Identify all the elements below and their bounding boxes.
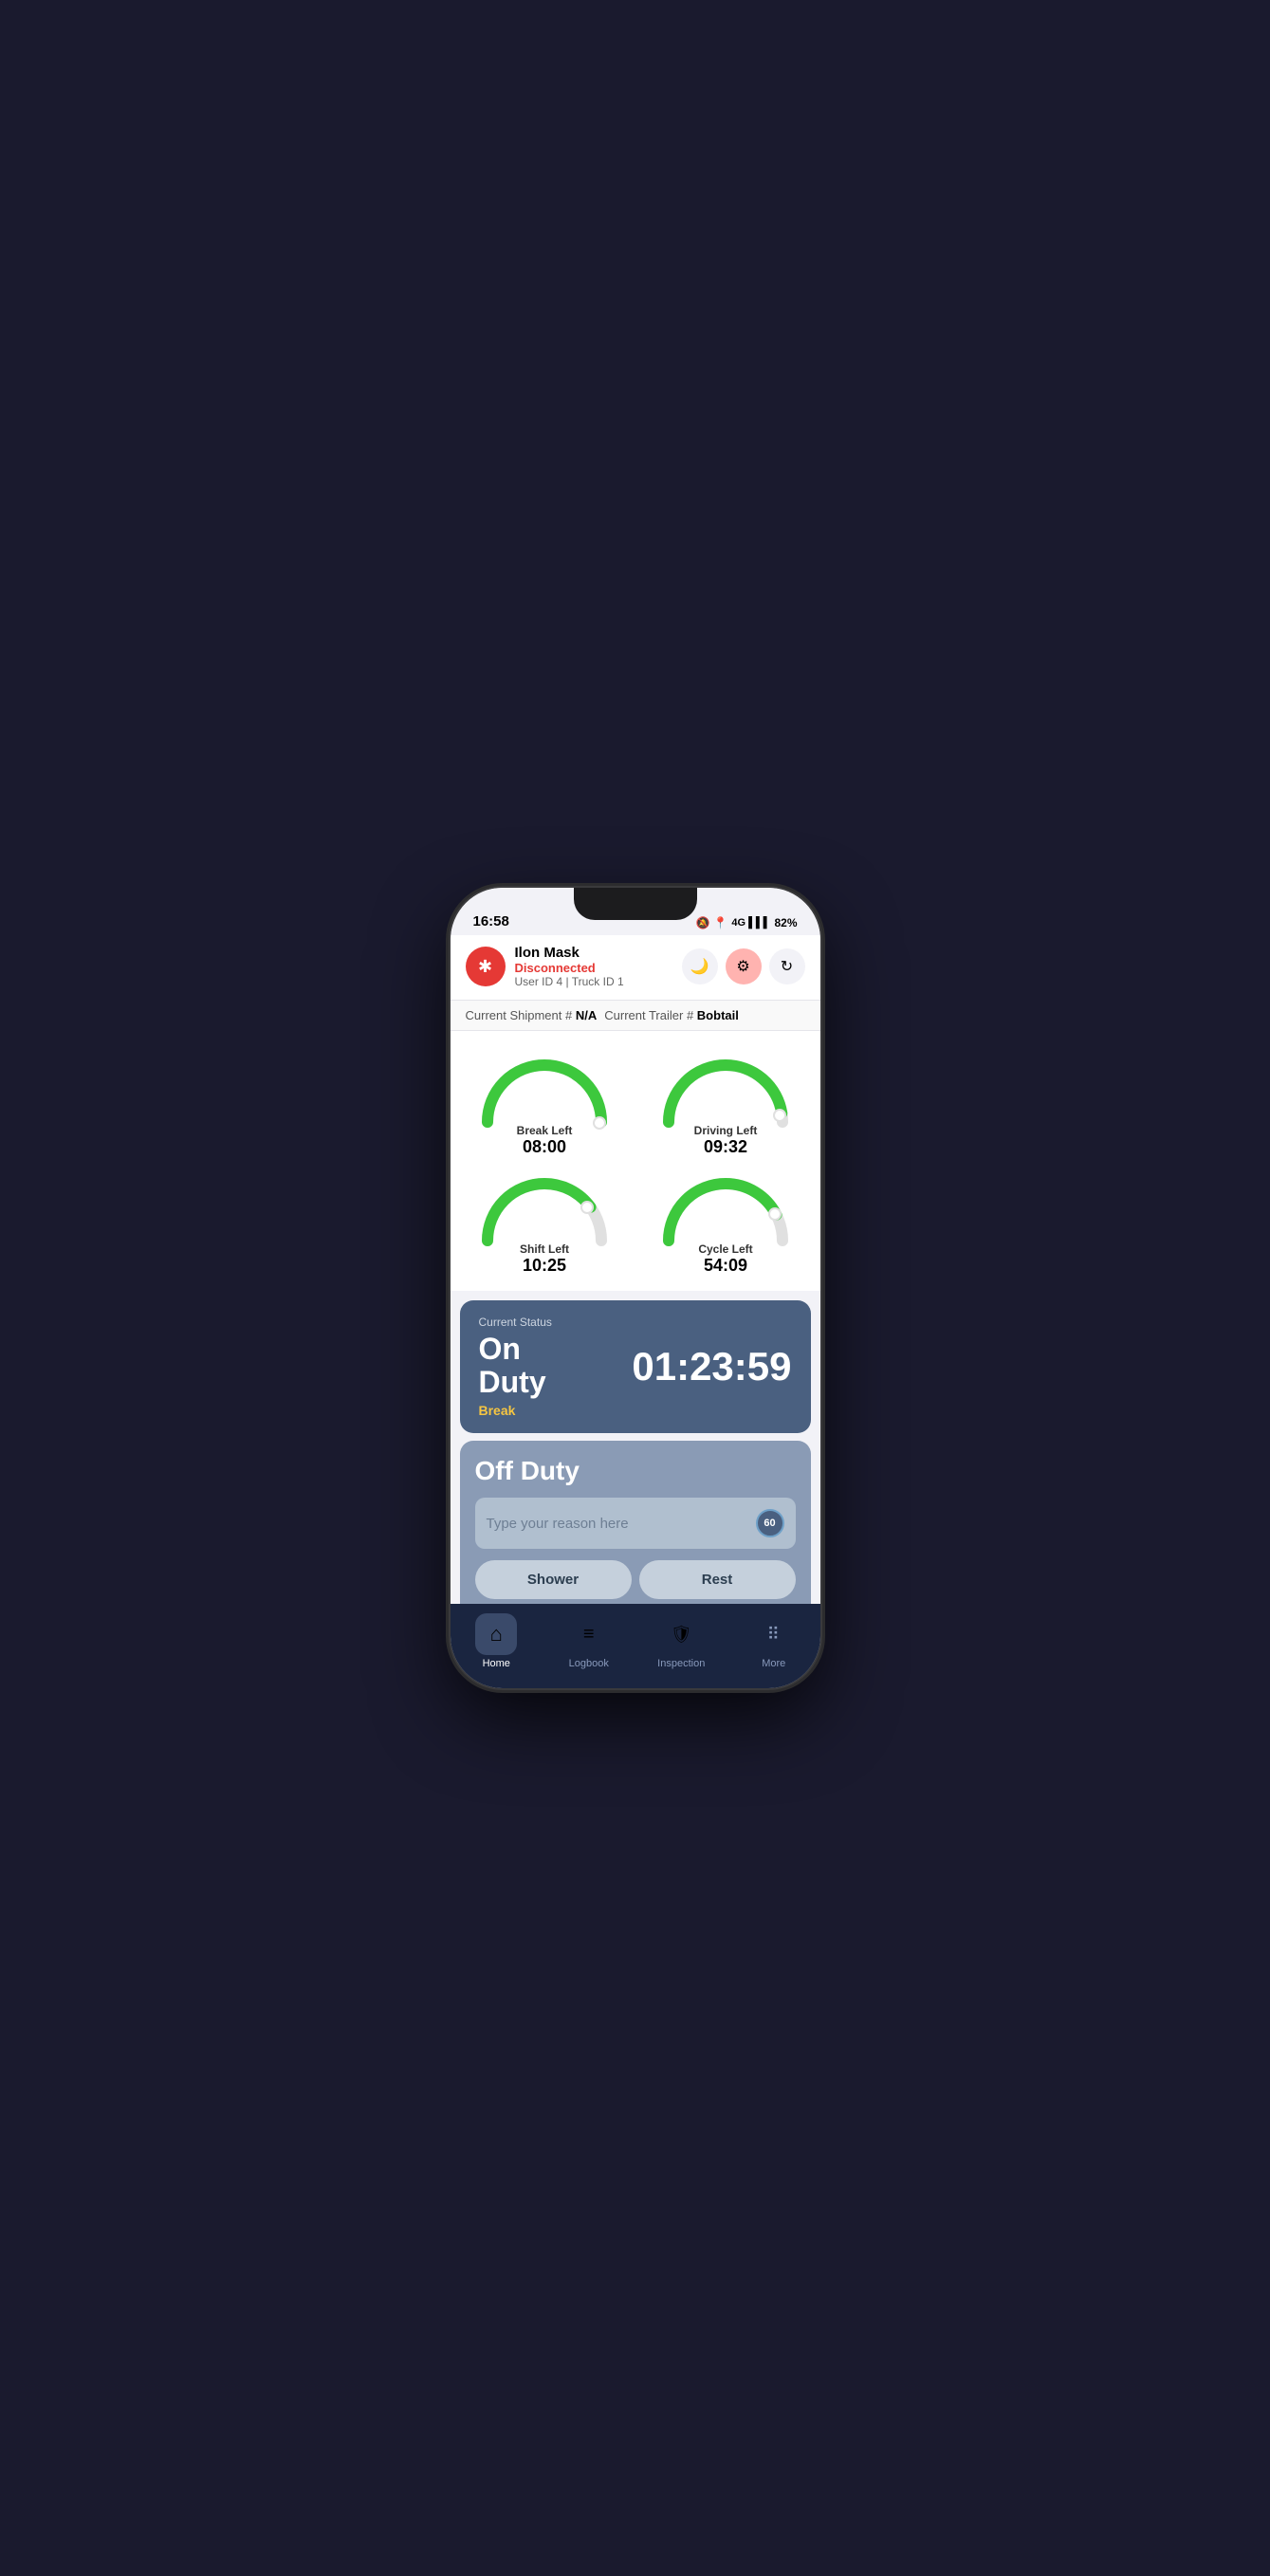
gauge-driving-left-svg: [654, 1046, 797, 1132]
home-icon: ⌂: [475, 1613, 517, 1655]
nav-inspection[interactable]: 🛡 Inspection: [653, 1613, 709, 1669]
status-name: On Duty: [479, 1333, 552, 1399]
user-name: Ilon Mask: [515, 945, 624, 961]
app-header: ✱ Ilon Mask Disconnected User ID 4 | Tru…: [451, 935, 820, 1001]
gauge-shift-left-value: 10:25: [523, 1256, 566, 1276]
status-card-right: 01:23:59: [632, 1344, 791, 1389]
reason-shower[interactable]: Shower: [475, 1560, 632, 1599]
reason-buttons: Shower Rest Restroom Other: [475, 1560, 796, 1604]
inspection-icon: 🛡: [660, 1613, 702, 1655]
gauge-cycle-left-svg: [654, 1165, 797, 1250]
break-label: Break: [479, 1403, 552, 1418]
more-icon: ⠿: [753, 1613, 795, 1655]
signal-icon: 4G ▌▌▌: [731, 917, 770, 929]
refresh-button[interactable]: ↻: [769, 948, 805, 984]
gauge-break-left: Break Left 08:00: [458, 1046, 632, 1157]
reason-rest[interactable]: Rest: [639, 1560, 796, 1599]
header-actions: 🌙 ⚙ ↻: [682, 948, 805, 984]
gauge-break-left-value: 08:00: [523, 1137, 566, 1157]
reason-input-row[interactable]: Type your reason here 60: [475, 1498, 796, 1549]
avatar: ✱: [466, 947, 506, 986]
current-status-card: Current Status On Duty Break 01:23:59: [460, 1300, 811, 1433]
status-timer: 01:23:59: [632, 1344, 791, 1389]
nav-home-label: Home: [483, 1658, 510, 1669]
char-count: 60: [756, 1509, 784, 1537]
nav-more-label: More: [762, 1658, 785, 1669]
nav-logbook[interactable]: ≡ Logbook: [561, 1613, 617, 1669]
bottom-nav: ⌂ Home ≡ Logbook 🛡 Inspection ⠿ More: [451, 1604, 820, 1688]
off-duty-panel: Off Duty Type your reason here 60 Shower…: [460, 1441, 811, 1604]
connection-status: Disconnected: [515, 961, 624, 975]
nav-inspection-label: Inspection: [657, 1658, 705, 1669]
avatar-icon: ✱: [478, 957, 492, 977]
phone-frame: 16:58 🔕 📍 4G ▌▌▌ 82% ✱ Ilon Mask Disconn…: [451, 888, 820, 1688]
dark-mode-button[interactable]: 🌙: [682, 948, 718, 984]
nav-more[interactable]: ⠿ More: [745, 1613, 802, 1669]
gauge-shift-left-svg: [473, 1165, 616, 1250]
settings-button[interactable]: ⚙: [726, 948, 762, 984]
location-icon: 📍: [713, 916, 727, 929]
phone-screen: 16:58 🔕 📍 4G ▌▌▌ 82% ✱ Ilon Mask Disconn…: [451, 888, 820, 1688]
user-info: ✱ Ilon Mask Disconnected User ID 4 | Tru…: [466, 945, 624, 988]
gauge-cycle-left-value: 54:09: [704, 1256, 747, 1276]
user-details: Ilon Mask Disconnected User ID 4 | Truck…: [515, 945, 624, 988]
mute-icon: 🔕: [695, 916, 709, 929]
nav-logbook-label: Logbook: [569, 1658, 609, 1669]
reason-placeholder: Type your reason here: [487, 1516, 629, 1532]
gauge-cycle-left: Cycle Left 54:09: [639, 1165, 813, 1276]
status-card-left: Current Status On Duty Break: [479, 1316, 552, 1418]
gauge-driving-left-value: 09:32: [704, 1137, 747, 1157]
logbook-icon: ≡: [568, 1613, 610, 1655]
battery-icon: 82%: [774, 916, 797, 929]
off-duty-title: Off Duty: [475, 1456, 796, 1486]
shipment-label: Current Shipment # N/A: [466, 1008, 598, 1022]
current-status-label: Current Status: [479, 1316, 552, 1329]
user-id: User ID 4 | Truck ID 1: [515, 975, 624, 988]
nav-home[interactable]: ⌂ Home: [468, 1613, 525, 1669]
gauge-shift-left: Shift Left 10:25: [458, 1165, 632, 1276]
notch: [574, 888, 697, 920]
scroll-area: ✱ Ilon Mask Disconnected User ID 4 | Tru…: [451, 935, 820, 1604]
gauge-driving-left: Driving Left 09:32: [639, 1046, 813, 1157]
trailer-label: Current Trailer # Bobtail: [604, 1008, 739, 1022]
gauges-area: Break Left 08:00 Driving Left 09:32: [451, 1031, 820, 1291]
status-icons: 🔕 📍 4G ▌▌▌ 82%: [695, 916, 797, 929]
shipment-bar: Current Shipment # N/A Current Trailer #…: [451, 1001, 820, 1031]
gauge-break-left-svg: [473, 1046, 616, 1132]
status-time: 16:58: [473, 913, 509, 929]
